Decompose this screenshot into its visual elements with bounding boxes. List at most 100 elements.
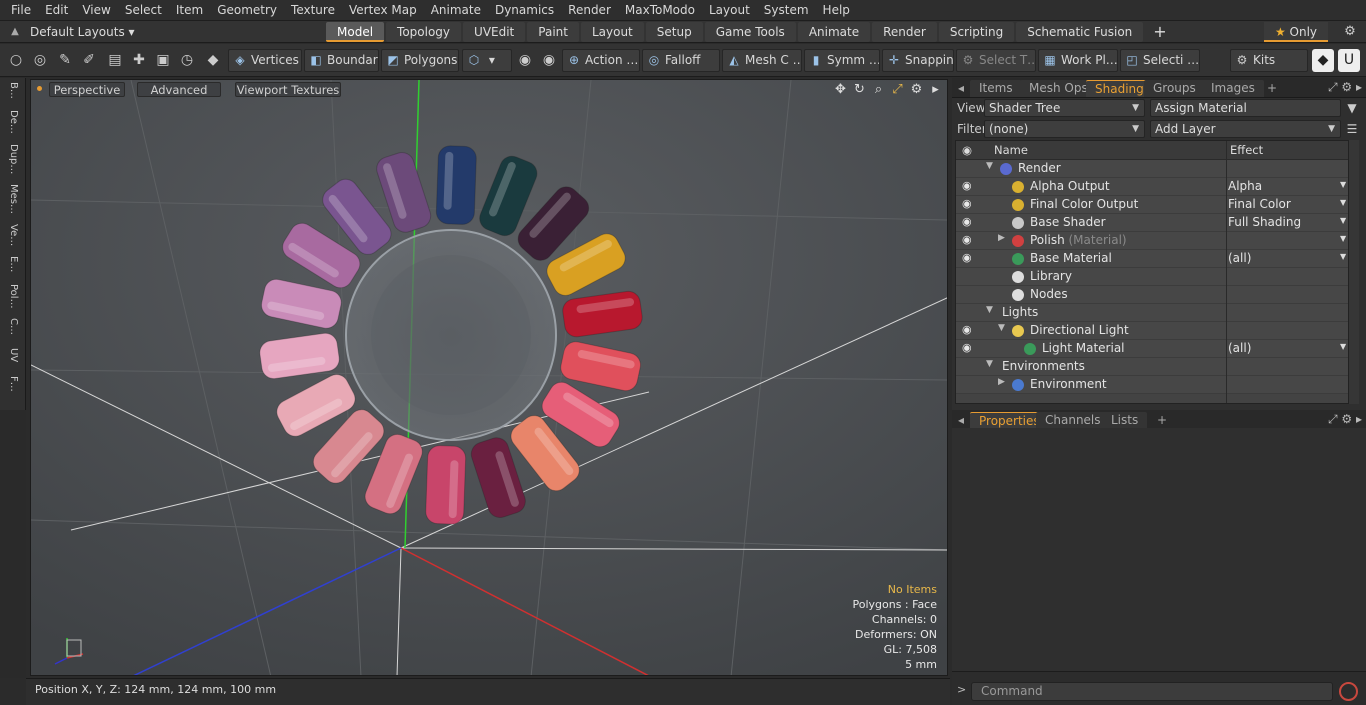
tree-item-effect[interactable]: (all) [1228, 250, 1251, 267]
tab-items[interactable]: Items [970, 80, 1022, 97]
side-tab-3[interactable]: Dup… [3, 144, 23, 174]
side-tab-6[interactable]: E… [3, 256, 23, 272]
layout-home-icon[interactable]: ▲ [0, 26, 30, 37]
tree-row-light-material[interactable]: ◉ Light Material (all) ▼ [956, 340, 1348, 358]
expand-down-icon[interactable]: ▼ [998, 323, 1005, 333]
move-view-icon[interactable]: ✥ [831, 82, 850, 98]
viewport-arrow-icon[interactable]: ▸ [926, 82, 945, 98]
align-icon[interactable]: ▤ [104, 49, 126, 72]
menu-layout[interactable]: Layout [702, 0, 757, 21]
tab-topology[interactable]: Topology [386, 21, 462, 42]
side-tab-2[interactable]: De… [3, 110, 23, 134]
chevron-down-icon[interactable]: ▼ [1340, 342, 1346, 351]
advanced-dropdown[interactable]: Advanced [137, 82, 221, 97]
action-button[interactable]: ⊕ Action … [562, 49, 640, 72]
chevron-down-icon[interactable]: ▼ [1340, 198, 1346, 207]
filter-dropdown[interactable]: (none) ▼ [984, 120, 1145, 138]
vertices-button[interactable]: ◈ Vertices [228, 49, 302, 72]
chevron-down-icon[interactable]: ▼ [1340, 252, 1346, 261]
menu-edit[interactable]: Edit [38, 0, 75, 21]
tree-row-environments[interactable]: ▼ Environments [956, 358, 1348, 376]
tree-row-render[interactable]: ▼ Render [956, 160, 1348, 178]
only-toggle[interactable]: ★ Only [1264, 22, 1328, 42]
side-tab-10[interactable]: F… [3, 376, 23, 392]
select-through-button[interactable]: ⚙ Select T… [956, 49, 1036, 72]
menu-maxtomodo[interactable]: MaxToModo [618, 0, 702, 21]
pen-icon[interactable]: ✎ [54, 49, 76, 72]
tab-layout[interactable]: Layout [580, 21, 644, 42]
tab-paint[interactable]: Paint [527, 21, 579, 42]
tree-row-polish[interactable]: ◉ ▶ Polish (Material) ▼ [956, 232, 1348, 250]
record-icon[interactable] [1339, 682, 1358, 701]
nail-swatch[interactable] [435, 145, 477, 225]
snapping-button[interactable]: ✛ Snapping [882, 49, 954, 72]
side-tab-9[interactable]: UV [3, 348, 23, 362]
name-column-header[interactable]: Name [994, 143, 1028, 157]
tab-model[interactable]: Model [326, 21, 385, 42]
menu-view[interactable]: View [75, 0, 117, 21]
tree-row-directional-light[interactable]: ◉ ▼ Directional Light [956, 322, 1348, 340]
tab-scripting[interactable]: Scripting [938, 21, 1015, 42]
perspective-dropdown[interactable]: Perspective [49, 82, 125, 97]
view-dropdown[interactable]: Shader Tree ▼ [984, 99, 1145, 117]
viewport-menu-dot[interactable] [37, 86, 42, 91]
tab-shading[interactable]: Shading [1086, 80, 1153, 97]
effect-column-header[interactable]: Effect [1230, 143, 1263, 157]
panel-controls-icon[interactable]: ⤢ ⚙ ▸ [1328, 80, 1362, 95]
add-tab-icon[interactable]: + [1148, 412, 1176, 429]
eye-icon[interactable]: ◉ [962, 323, 972, 336]
tree-row-alpha-output[interactable]: ◉ Alpha Output Alpha ▼ [956, 178, 1348, 196]
eye-icon[interactable]: ◉ [962, 179, 972, 192]
selection-sets-button[interactable]: ◰ Selecti … [1120, 49, 1200, 72]
tab-render[interactable]: Render [872, 21, 937, 42]
command-input[interactable]: Command [971, 682, 1333, 701]
falloff-button[interactable]: ◎ Falloff [642, 49, 720, 72]
zoom-view-icon[interactable]: ⌕ [869, 82, 888, 98]
tree-item-effect[interactable]: Final Color [1228, 196, 1291, 213]
tree-item-effect[interactable]: Full Shading [1228, 214, 1301, 231]
menu-file[interactable]: File [4, 0, 38, 21]
add-tab-icon[interactable]: + [1258, 80, 1286, 97]
tab-groups[interactable]: Groups [1144, 80, 1205, 97]
default-layouts-dropdown[interactable]: Default Layouts ▾ [30, 25, 326, 39]
box-select-icon[interactable]: ▣ [152, 49, 174, 72]
menu-dynamics[interactable]: Dynamics [488, 0, 561, 21]
expand-right-icon[interactable]: ▶ [998, 377, 1005, 387]
unreal-icon[interactable]: U [1338, 49, 1360, 72]
expand-right-icon[interactable]: ▶ [998, 233, 1005, 243]
expand-down-icon[interactable]: ▼ [986, 161, 993, 171]
menu-geometry[interactable]: Geometry [210, 0, 284, 21]
material-mode-button[interactable]: ⬡ ▾ [462, 49, 512, 72]
boundary-button[interactable]: ◧ Boundary [304, 49, 379, 72]
side-tab-4[interactable]: Mes… [3, 184, 23, 214]
item-mode-icon[interactable]: ◆ [202, 49, 224, 72]
unity-icon[interactable]: ◆ [1312, 49, 1334, 72]
tab-animate[interactable]: Animate [797, 21, 871, 42]
add-tab-icon[interactable]: + [1145, 22, 1174, 42]
panel-menu-icon[interactable]: ◂ [954, 80, 968, 97]
eye-icon[interactable]: ◉ [962, 197, 972, 210]
tab-uvedit[interactable]: UVEdit [463, 21, 526, 42]
symmetry-y-icon[interactable]: ◉ [538, 49, 560, 72]
tree-row-base-material[interactable]: ◉ Base Material (all) ▼ [956, 250, 1348, 268]
tab-images[interactable]: Images [1202, 80, 1264, 97]
globe-icon[interactable]: ◎ [29, 49, 51, 72]
chevron-down-icon[interactable]: ▼ [1340, 216, 1346, 225]
eye-icon[interactable]: ◉ [962, 251, 972, 264]
menu-vertex-map[interactable]: Vertex Map [342, 0, 424, 21]
tree-row-base-shader[interactable]: ◉ Base Shader Full Shading ▼ [956, 214, 1348, 232]
side-tab-1[interactable]: B… [3, 82, 23, 99]
eye-icon[interactable]: ◉ [962, 341, 972, 354]
menu-help[interactable]: Help [816, 0, 857, 21]
tree-row-environment[interactable]: ▶ Environment [956, 376, 1348, 394]
expand-down-icon[interactable]: ▼ [986, 359, 993, 369]
menu-render[interactable]: Render [561, 0, 618, 21]
tree-row-lights[interactable]: ▼ Lights [956, 304, 1348, 322]
tree-item-effect[interactable]: (all) [1228, 340, 1251, 357]
tree-options-icon[interactable]: ☰ [1344, 120, 1360, 138]
tab-game-tools[interactable]: Game Tools [704, 21, 796, 42]
shader-tree[interactable]: ◉ Name Effect ▼ Render ◉ Alpha Output Alpha ▼… [955, 140, 1349, 404]
chevron-down-icon[interactable]: ▼ [1340, 234, 1346, 243]
polygons-button[interactable]: ◩ Polygons [381, 49, 459, 72]
tab-lists[interactable]: Lists [1102, 412, 1148, 429]
